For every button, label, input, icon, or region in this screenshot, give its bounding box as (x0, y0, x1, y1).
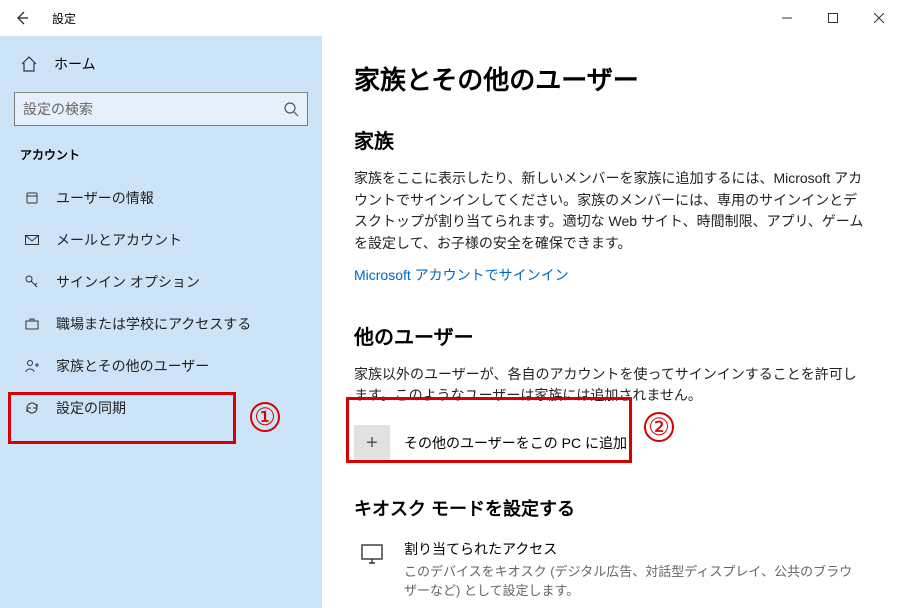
search-input-box[interactable] (14, 92, 308, 126)
people-icon (22, 358, 42, 374)
ms-account-signin-link[interactable]: Microsoft アカウントでサインイン (354, 265, 569, 285)
minimize-button[interactable] (764, 0, 810, 36)
search-icon (283, 101, 299, 117)
maximize-button[interactable] (810, 0, 856, 36)
sync-icon (22, 400, 42, 416)
kiosk-item-desc: このデバイスをキオスク (デジタル広告、対話型ディスプレイ、公共のブラウザーなど… (404, 563, 864, 601)
kiosk-assigned-access[interactable]: 割り当てられたアクセス このデバイスをキオスク (デジタル広告、対話型ディスプレ… (354, 539, 870, 601)
back-arrow-icon (14, 10, 30, 26)
sidebar-item-label: メールとアカウント (56, 230, 182, 250)
add-other-user-label: その他のユーザーをこの PC に追加 (404, 433, 627, 453)
other-users-heading: 他のユーザー (354, 321, 870, 350)
home-icon (20, 55, 38, 73)
other-users-body: 家族以外のユーザーが、各自のアカウントを使ってサインインすることを許可します。こ… (354, 364, 870, 407)
add-other-user-button[interactable]: + その他のユーザーをこの PC に追加 (354, 417, 870, 469)
sidebar-item-label: 設定の同期 (56, 398, 126, 418)
kiosk-item-title: 割り当てられたアクセス (404, 539, 864, 559)
titlebar: 設定 (0, 0, 902, 36)
close-icon (874, 13, 884, 23)
page-title: 家族とその他のユーザー (354, 60, 870, 97)
user-info-icon (22, 190, 42, 206)
key-icon (22, 274, 42, 290)
search-input[interactable] (23, 101, 283, 117)
sidebar-item-label: 職場または学校にアクセスする (56, 314, 251, 334)
sidebar: ホーム アカウント ユーザーの情報 メールとアカウント サインイン オプション (0, 36, 322, 608)
maximize-icon (828, 13, 838, 23)
home-label: ホーム (54, 54, 96, 74)
mail-icon (22, 232, 42, 248)
back-button[interactable] (0, 0, 44, 36)
window-buttons (764, 0, 902, 36)
sidebar-item-sync[interactable]: 設定の同期 (0, 387, 322, 429)
briefcase-icon (22, 316, 42, 332)
minimize-icon (782, 13, 792, 23)
sidebar-item-label: ユーザーの情報 (56, 188, 154, 208)
home-link[interactable]: ホーム (0, 44, 322, 84)
close-button[interactable] (856, 0, 902, 36)
sidebar-item-label: 家族とその他のユーザー (56, 356, 209, 376)
monitor-icon (354, 539, 390, 601)
sidebar-item-signin-options[interactable]: サインイン オプション (0, 261, 322, 303)
window-title: 設定 (44, 10, 76, 27)
sidebar-item-work-school[interactable]: 職場または学校にアクセスする (0, 303, 322, 345)
family-body: 家族をここに表示したり、新しいメンバーを家族に追加するには、Microsoft … (354, 168, 870, 255)
kiosk-heading: キオスク モードを設定する (354, 495, 870, 521)
sidebar-item-label: サインイン オプション (56, 272, 200, 292)
family-heading: 家族 (354, 125, 870, 154)
sidebar-item-user-info[interactable]: ユーザーの情報 (0, 177, 322, 219)
sidebar-item-email-accounts[interactable]: メールとアカウント (0, 219, 322, 261)
main-content: 家族とその他のユーザー 家族 家族をここに表示したり、新しいメンバーを家族に追加… (322, 36, 902, 608)
plus-icon: + (354, 425, 390, 461)
sidebar-item-family-other-users[interactable]: 家族とその他のユーザー (0, 345, 322, 387)
sidebar-section-label: アカウント (0, 140, 322, 177)
